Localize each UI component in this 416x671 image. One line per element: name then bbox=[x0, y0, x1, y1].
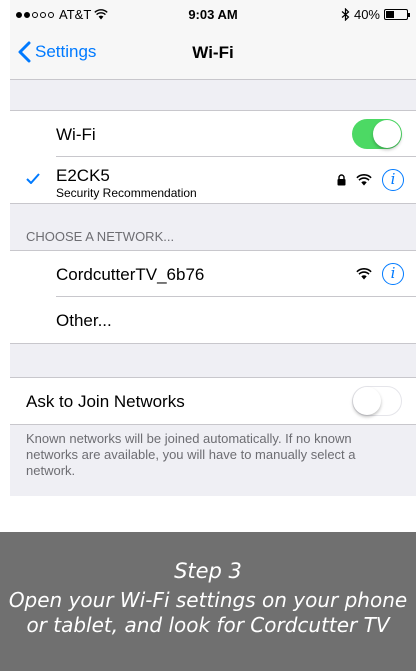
networks-group: CordcutterTV_6b76 i Other... bbox=[10, 250, 416, 344]
lock-icon bbox=[337, 174, 346, 186]
bottom-spacer bbox=[10, 496, 416, 531]
connected-network-icons: i bbox=[337, 169, 404, 191]
connected-network-subtitle: Security Recommendation bbox=[56, 186, 197, 200]
ask-to-join-group: Ask to Join Networks bbox=[10, 377, 416, 425]
wifi-toggle-row: Wi-Fi bbox=[10, 111, 416, 157]
network-row[interactable]: CordcutterTV_6b76 i bbox=[10, 251, 416, 297]
wifi-signal-icon bbox=[356, 174, 372, 186]
status-bar: AT&T 9:03 AM 40% bbox=[10, 0, 416, 28]
instruction-banner: Step 3 Open your Wi-Fi settings on your … bbox=[0, 532, 416, 671]
banner-line-2: or tablet, and look for Cordcutter TV bbox=[26, 613, 390, 637]
banner-title: Step 3 bbox=[174, 559, 242, 583]
phone-screen: AT&T 9:03 AM 40% Settings Wi-Fi Wi-Fi E2… bbox=[10, 0, 416, 531]
other-network-label: Other... bbox=[56, 311, 112, 330]
battery-percent: 40% bbox=[353, 7, 380, 22]
ask-to-join-row: Ask to Join Networks bbox=[10, 378, 416, 424]
banner-text: Open your Wi-Fi settings on your phone o… bbox=[0, 588, 416, 638]
ask-to-join-note: Known networks will be joined automatica… bbox=[26, 431, 356, 478]
ask-to-join-toggle[interactable] bbox=[352, 386, 402, 416]
navigation-bar: Settings Wi-Fi bbox=[10, 28, 416, 80]
status-right: 40% bbox=[341, 7, 410, 22]
network-name: CordcutterTV_6b76 bbox=[56, 265, 205, 284]
wifi-toggle[interactable] bbox=[352, 119, 402, 149]
network-icons: i bbox=[356, 263, 404, 285]
battery-fill bbox=[386, 11, 394, 18]
ask-to-join-label: Ask to Join Networks bbox=[26, 392, 185, 411]
banner-line-1: Open your Wi-Fi settings on your phone bbox=[8, 588, 408, 612]
battery-icon bbox=[384, 9, 410, 20]
wifi-group: Wi-Fi E2CK5 Security Recommendation i bbox=[10, 110, 416, 204]
network-info-icon[interactable]: i bbox=[382, 263, 404, 285]
connected-network-info-icon[interactable]: i bbox=[382, 169, 404, 191]
connected-network-row[interactable]: E2CK5 Security Recommendation i bbox=[10, 157, 416, 203]
bluetooth-icon bbox=[341, 8, 350, 21]
page-title: Wi-Fi bbox=[192, 43, 234, 62]
checkmark-icon bbox=[26, 173, 40, 184]
wifi-signal-icon bbox=[356, 268, 372, 280]
other-network-row[interactable]: Other... bbox=[10, 297, 416, 343]
choose-network-header: CHOOSE A NETWORK... bbox=[26, 229, 175, 244]
wifi-label: Wi-Fi bbox=[56, 125, 96, 144]
connected-network-name: E2CK5 bbox=[56, 166, 110, 185]
